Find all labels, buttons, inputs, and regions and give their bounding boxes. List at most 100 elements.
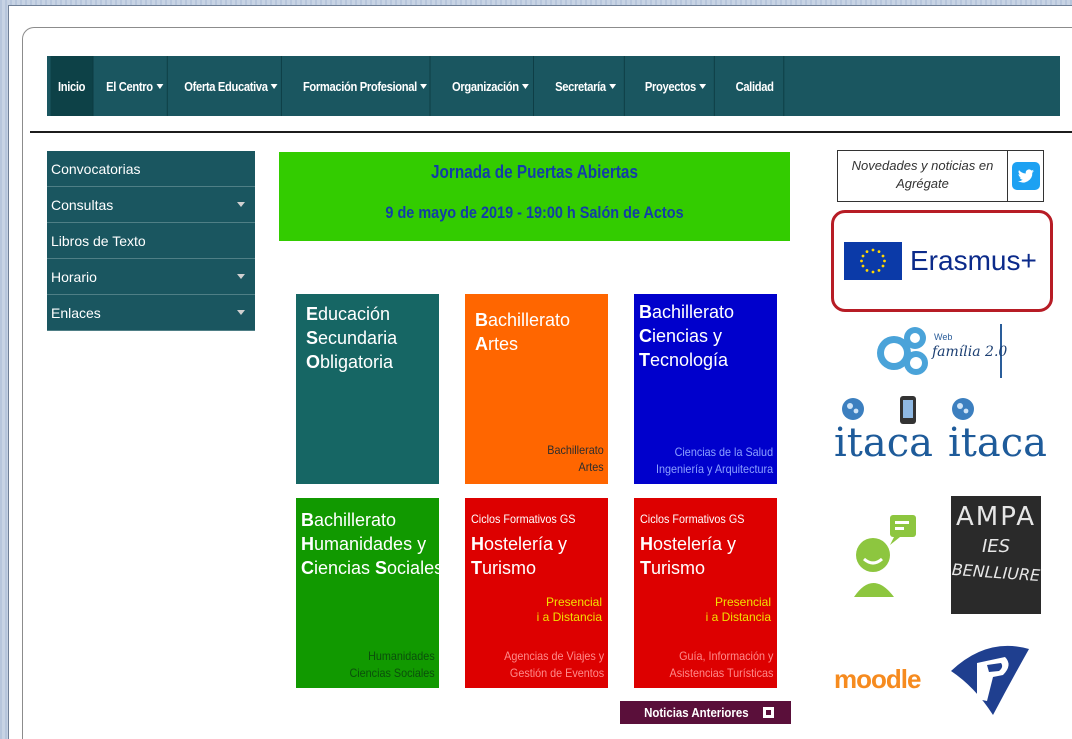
nav-item-oferta-educativa[interactable]: Oferta Educativa [181,56,282,116]
ampa-label: AMPA [955,502,1037,532]
tile-text: umanidades y [314,534,427,554]
nav-label: Inicio [57,78,86,94]
tile-bachillerato-artes[interactable]: Bachillerato Artes Bachillerato Artes [465,294,608,484]
sidebar-item-horario[interactable]: Horario [47,259,255,295]
banner-subtitle: 9 de mayo de 2019 - 19:00 h Salón de Act… [385,203,684,222]
ampa-link[interactable]: AMPA IES BENLLIURE [951,496,1041,614]
caret-down-icon [271,83,278,89]
nav-item-formacion-profesional[interactable]: Formación Profesional [301,56,431,116]
nav-label: El Centro [106,78,153,94]
itaca-link-2[interactable]: itaca [948,398,1047,466]
caret-down-icon [609,83,617,89]
nav-label: Calidad [735,78,774,94]
sidebar-item-label: Convocatorias [51,160,141,177]
sidebar-item-libros-de-texto[interactable]: Libros de Texto [47,223,255,259]
nav-item-inicio[interactable]: Inicio [50,56,94,116]
tile-initial: E [306,304,319,324]
sidebar-item-consultas[interactable]: Consultas [47,187,255,223]
tile-text: achillerato [488,310,571,330]
caret-down-icon [237,274,245,279]
tile-footer: Ciencias de la Salud Ingeniería y Arquit… [656,444,773,478]
caret-down-icon [420,83,428,89]
tile-text: bligatoria [320,352,394,372]
tile-initial: C [639,326,652,346]
tile-initial: S [375,558,388,578]
tile-footer-line: Ciencias de la Salud [674,445,773,459]
tile-initial: S [306,328,319,348]
tile-eso[interactable]: Educación Secundaria Obligatoria [296,294,439,484]
caret-down-icon [522,83,530,89]
twitter-line: Novedades y noticias en [851,158,994,173]
tile-text: ecundaria [318,328,398,348]
tile-text: ociales [387,558,444,578]
tile-modality-line: i a Distancia [536,610,602,624]
itaca-bubble-icon [952,398,974,420]
fp-logo-icon [951,645,1029,715]
tile-initial: T [471,558,482,578]
sidebar-item-label: Consultas [51,196,114,213]
nav-label: Proyectos [644,78,696,94]
tile-modality-line: Presencial [545,595,602,609]
itaca-label: itaca [834,420,933,466]
caret-down-icon [237,310,245,315]
tile-ciclo-hosteleria-2[interactable]: Ciclos Formativos GS Hostelería y Turism… [634,498,777,688]
tile-category: Ciclos Formativos GS [640,512,745,526]
sidebar-menu: Convocatorias Consultas Libros de Texto … [47,151,255,331]
nav-label: Secretaría [555,78,606,94]
tile-initial: A [475,334,488,354]
erasmus-label: Erasmus+ [910,245,1037,276]
tile-initial: H [471,534,484,554]
tile-initial: T [640,558,651,578]
tile-title: Bachillerato Humanidades y Ciencias Soci… [301,508,443,580]
nav-item-el-centro[interactable]: El Centro [102,56,168,116]
caret-down-icon [237,202,245,207]
itaca-link-1[interactable]: itaca [834,396,933,466]
moodle-link[interactable]: moodle [834,664,921,695]
nav-item-secretaria[interactable]: Secretaría [547,56,625,116]
tile-ciclo-hosteleria-1[interactable]: Ciclos Formativos GS Hostelería y Turism… [465,498,608,688]
tile-initial: H [640,534,653,554]
twitter-widget[interactable]: Novedades y noticias en Agrégate [837,150,1044,202]
open-day-banner[interactable]: Jornada de Puertas Abiertas 9 de mayo de… [279,152,790,241]
tile-footer-line: Ingeniería y Arquitectura [655,462,773,476]
tile-initial: T [639,350,650,370]
sidebar-item-enlaces[interactable]: Enlaces [47,295,255,331]
chat-link[interactable] [848,507,918,599]
fp-link[interactable] [947,641,1033,719]
tile-text: iencias y [652,326,723,346]
nav-label: Oferta Educativa [184,78,268,94]
tile-initial: H [301,534,314,554]
tile-text: ostelería y [653,534,737,554]
web-familia-link[interactable]: Web família 2.0 [870,320,1010,382]
nav-item-calidad[interactable]: Calidad [726,56,785,116]
sidebar-item-convocatorias[interactable]: Convocatorias [47,151,255,187]
tile-text: rtes [488,334,519,354]
tile-text: ducación [318,304,391,324]
moodle-label: moodle [834,664,921,694]
tile-title: Bachillerato Artes [475,308,570,356]
sidebar-item-label: Horario [51,268,97,285]
tile-footer-line: Ciencias Sociales [349,666,435,680]
ampa-school-label: BENLLIURE [951,559,1041,586]
tile-text: ecnología [650,350,729,370]
tile-text: achillerato [314,510,397,530]
nav-item-proyectos[interactable]: Proyectos [637,56,715,116]
tile-bachillerato-humanidades[interactable]: Bachillerato Humanidades y Ciencias Soci… [296,498,443,688]
tile-initial: B [639,302,652,322]
twitter-icon[interactable] [1007,151,1043,201]
tile-initial: O [306,352,321,372]
tile-footer-line: Asistencias Turísticas [669,666,773,680]
tile-title: Bachillerato Ciencias y Tecnología [639,300,734,372]
banner-title: Jornada de Puertas Abiertas [431,162,638,182]
noticias-anteriores-button[interactable]: Noticias Anteriores [620,701,791,724]
tile-title: Educación Secundaria Obligatoria [306,302,397,374]
tile-footer-line: Gestión de Eventos [509,666,604,680]
tile-bachillerato-ciencias[interactable]: Bachillerato Ciencias y Tecnología Cienc… [634,294,777,484]
tile-footer-line: Humanidades [368,649,435,663]
chat-person-icon [854,515,916,597]
caret-down-icon [699,83,707,89]
sidebar-item-label: Enlaces [51,304,101,321]
tile-modality: Presencial i a Distancia [537,595,602,625]
erasmus-plus-link[interactable]: Erasmus+ [831,210,1053,312]
nav-item-organizacion[interactable]: Organización [448,56,534,116]
